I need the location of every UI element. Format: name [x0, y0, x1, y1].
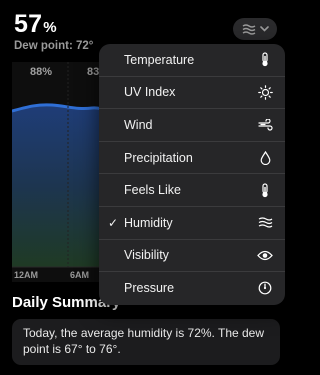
- menu-item-label: Wind: [124, 117, 153, 132]
- current-humidity-value: 57%: [14, 10, 57, 38]
- dew-point-text: Dew point: 72°: [14, 40, 94, 52]
- daily-summary-card: Today, the average humidity is 72%. The …: [12, 319, 280, 365]
- menu-item-temperature[interactable]: Temperature: [99, 44, 285, 77]
- eye-icon: [257, 247, 273, 263]
- checkmark-icon: ✓: [108, 215, 119, 230]
- time-label-6am: 6AM: [70, 270, 90, 280]
- daily-summary-text: Today, the average humidity is 72%. The …: [23, 326, 265, 356]
- menu-item-label: Feels Like: [124, 183, 181, 198]
- menu-item-pressure[interactable]: Pressure: [99, 272, 285, 305]
- menu-item-visibility[interactable]: Visibility: [99, 240, 285, 273]
- menu-item-label: Pressure: [124, 281, 175, 296]
- menu-item-humidity[interactable]: ✓ Humidity: [99, 207, 285, 240]
- wind-icon: [257, 117, 273, 133]
- menu-item-label: UV Index: [124, 85, 176, 100]
- menu-item-label: Temperature: [124, 52, 195, 67]
- gauge-icon: [257, 280, 273, 296]
- menu-item-label: Precipitation: [124, 150, 193, 165]
- humidity-icon: [242, 23, 256, 35]
- menu-item-label: Humidity: [124, 215, 173, 230]
- humidity-icon: [257, 215, 273, 231]
- menu-item-uv-index[interactable]: UV Index: [99, 77, 285, 110]
- chart-peak-label-2: 83: [87, 66, 100, 78]
- metric-menu: Temperature UV Index Wind Precipitation …: [99, 44, 285, 305]
- chevron-down-icon: [259, 26, 269, 32]
- percent-unit: %: [43, 19, 57, 36]
- menu-item-label: Visibility: [124, 248, 169, 263]
- humidity-header: 57%: [14, 10, 57, 39]
- menu-item-precipitation[interactable]: Precipitation: [99, 142, 285, 175]
- drop-icon: [257, 150, 273, 166]
- chart-peak-label-1: 88%: [30, 66, 53, 78]
- thermometer-icon: [257, 52, 273, 68]
- menu-item-wind[interactable]: Wind: [99, 109, 285, 142]
- time-label-12am: 12AM: [14, 270, 39, 280]
- thermometer-icon: [257, 182, 273, 198]
- sun-icon: [257, 84, 273, 100]
- metric-selector-button[interactable]: [233, 18, 277, 40]
- menu-item-feels-like[interactable]: Feels Like: [99, 174, 285, 207]
